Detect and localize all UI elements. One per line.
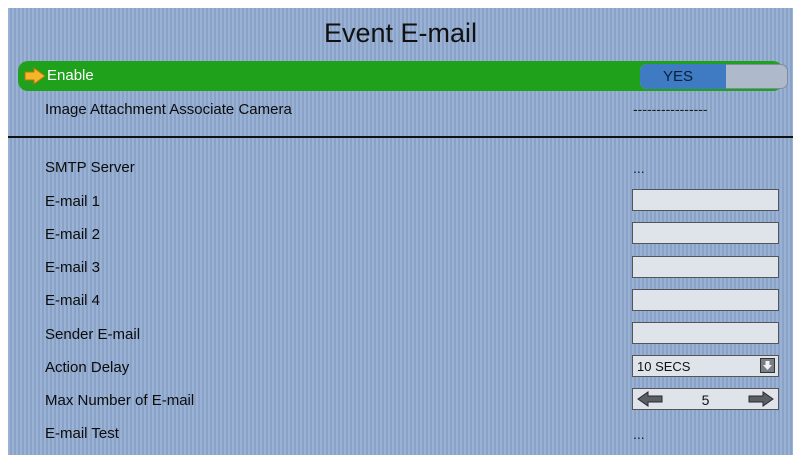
page-title: Event E-mail [323, 18, 478, 48]
email4-field[interactable] [632, 289, 779, 311]
toggle-value: YES [662, 68, 693, 85]
email-test-value[interactable]: ... [633, 426, 645, 442]
email4-label: E-mail 4 [45, 292, 101, 309]
max-emails-stepper[interactable]: 5 [632, 388, 779, 410]
max-emails-label: Max Number of E-mail [45, 392, 195, 409]
action-delay-label: Action Delay [45, 359, 130, 376]
sender-email-label: Sender E-mail [45, 326, 141, 343]
email1-field[interactable] [632, 189, 779, 211]
enable-label: Enable [47, 67, 94, 84]
sender-email-field[interactable] [632, 322, 779, 344]
email2-field[interactable] [632, 222, 779, 244]
email3-label: E-mail 3 [45, 259, 101, 276]
image-attachment-label: Image Attachment Associate Camera [45, 101, 292, 118]
email1-label: E-mail 1 [45, 193, 101, 210]
smtp-server-label: SMTP Server [45, 159, 135, 176]
action-delay-value: 10 SECS [637, 359, 691, 374]
divider [8, 136, 793, 138]
image-attachment-value[interactable]: ---------------- [633, 101, 708, 117]
arrow-right-icon[interactable] [748, 391, 774, 407]
event-email-screen: Event E-mail Enable YES Image Attachment… [8, 8, 793, 455]
arrow-right-icon [24, 67, 46, 85]
email2-label: E-mail 2 [45, 226, 101, 243]
email-test-label: E-mail Test [45, 425, 119, 442]
email3-field[interactable] [632, 256, 779, 278]
enable-row[interactable]: Enable YES [18, 61, 788, 91]
action-delay-select[interactable]: 10 SECS [632, 355, 779, 377]
chevron-down-icon[interactable] [760, 358, 775, 373]
smtp-server-value[interactable]: ... [633, 160, 645, 176]
enable-toggle[interactable]: YES [640, 64, 788, 89]
